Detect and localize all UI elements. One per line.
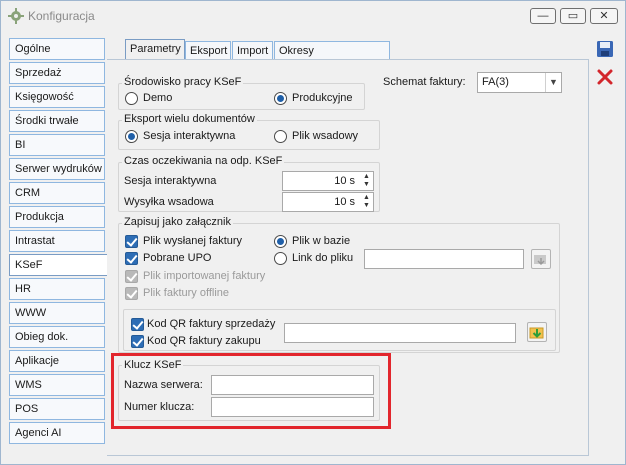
nav-item-serwer-wydrukow[interactable]: Serwer wydruków: [9, 158, 105, 180]
close-button[interactable]: ✕: [590, 8, 618, 24]
tab-okresy[interactable]: Okresy niedostępności: [274, 41, 390, 75]
nav-item-ogolne[interactable]: Ogólne: [9, 38, 105, 60]
timeout-send-input[interactable]: 10 s ▲ ▼: [282, 192, 374, 212]
link-path-input[interactable]: [364, 249, 524, 269]
attach-link-radio[interactable]: [274, 252, 287, 265]
highlight-box: [111, 353, 391, 429]
nav-item-produkcja[interactable]: Produkcja: [9, 206, 105, 228]
nav-item-intrastat[interactable]: Intrastat: [9, 230, 105, 252]
attach-upo-label: Pobrane UPO: [143, 252, 212, 264]
gear-icon: [8, 8, 24, 24]
qr-path-input[interactable]: [284, 323, 516, 343]
env-prod-radio[interactable]: [274, 92, 287, 105]
cancel-icon[interactable]: [595, 67, 615, 87]
sidebar-nav: Ogólne Sprzedaż Księgowość Środki trwałe…: [9, 38, 107, 446]
export-interactive-radio[interactable]: [125, 130, 138, 143]
nav-item-crm[interactable]: CRM: [9, 182, 105, 204]
save-icon[interactable]: [595, 39, 615, 59]
attach-in-db-radio[interactable]: [274, 235, 287, 248]
timeout-title: Czas oczekiwania na odp. KSeF: [122, 155, 285, 167]
nav-item-sprzedaz[interactable]: Sprzedaż: [9, 62, 105, 84]
timeout-send-value: 10 s: [334, 196, 355, 208]
export-title: Eksport wielu dokumentów: [122, 113, 257, 125]
title-bar: Konfiguracja — ▭ ✕: [1, 1, 625, 31]
env-prod-label: Produkcyjne: [292, 92, 353, 104]
attach-imported-label: Plik importowanej faktury: [143, 270, 266, 282]
timeout-session-label: Sesja interaktywna: [124, 175, 217, 187]
nav-item-wms[interactable]: WMS: [9, 374, 105, 396]
nav-item-ksef[interactable]: KSeF: [9, 254, 107, 276]
spinner-icon[interactable]: ▲ ▼: [361, 194, 372, 210]
attach-imported-checkbox[interactable]: [125, 270, 138, 283]
attach-upo-checkbox[interactable]: [125, 252, 138, 265]
nav-item-hr[interactable]: HR: [9, 278, 105, 300]
attach-sent-label: Plik wysłanej faktury: [143, 235, 243, 247]
nav-item-www[interactable]: WWW: [9, 302, 105, 324]
spinner-icon[interactable]: ▲ ▼: [361, 173, 372, 189]
nav-item-srodki-trwale[interactable]: Środki trwałe: [9, 110, 105, 132]
chevron-down-icon: ▼: [545, 73, 561, 92]
env-demo-label: Demo: [143, 92, 173, 104]
attach-offline-label: Plik faktury offline: [143, 287, 230, 299]
attach-offline-checkbox[interactable]: [125, 287, 138, 300]
timeout-session-value: 10 s: [334, 175, 355, 187]
export-interactive-label: Sesja interaktywna: [143, 130, 236, 142]
nav-item-aplikacje[interactable]: Aplikacje: [9, 350, 105, 372]
export-batch-radio[interactable]: [274, 130, 287, 143]
tab-eksport[interactable]: Eksport: [185, 41, 231, 61]
tab-parametry[interactable]: Parametry: [125, 39, 185, 61]
schema-label: Schemat faktury:: [383, 76, 466, 88]
window-title: Konfiguracja: [28, 9, 95, 23]
env-demo-radio[interactable]: [125, 92, 138, 105]
tab-import[interactable]: Import: [232, 41, 273, 61]
schema-value: FA(3): [482, 76, 509, 88]
folder-browse-icon[interactable]: [531, 249, 551, 269]
timeout-session-input[interactable]: 10 s ▲ ▼: [282, 171, 374, 191]
nav-item-pos[interactable]: POS: [9, 398, 105, 420]
nav-item-agenci-ai[interactable]: Agenci AI: [9, 422, 105, 444]
nav-item-bi[interactable]: BI: [9, 134, 105, 156]
qr-sale-checkbox[interactable]: [131, 318, 144, 331]
timeout-send-label: Wysyłka wsadowa: [124, 196, 214, 208]
nav-item-obieg-dok[interactable]: Obieg dok.: [9, 326, 105, 348]
attach-in-db-label: Plik w bazie: [292, 235, 351, 247]
folder-download-icon[interactable]: [527, 322, 547, 342]
qr-buy-label: Kod QR faktury zakupu: [147, 335, 261, 347]
attach-sent-checkbox[interactable]: [125, 235, 138, 248]
minimize-button[interactable]: —: [530, 8, 556, 24]
config-window: Konfiguracja — ▭ ✕ Ogólne Sprzedaż Księg…: [0, 0, 626, 465]
nav-item-ksiegowosc[interactable]: Księgowość: [9, 86, 105, 108]
qr-buy-checkbox[interactable]: [131, 335, 144, 348]
qr-sale-label: Kod QR faktury sprzedaży: [147, 318, 276, 330]
attach-title: Zapisuj jako załącznik: [122, 216, 233, 228]
maximize-button[interactable]: ▭: [560, 8, 586, 24]
schema-select[interactable]: FA(3) ▼: [477, 72, 562, 93]
export-batch-label: Plik wsadowy: [292, 130, 359, 142]
env-title: Środowisko pracy KSeF: [122, 76, 244, 88]
attach-link-label: Link do pliku: [292, 252, 354, 264]
